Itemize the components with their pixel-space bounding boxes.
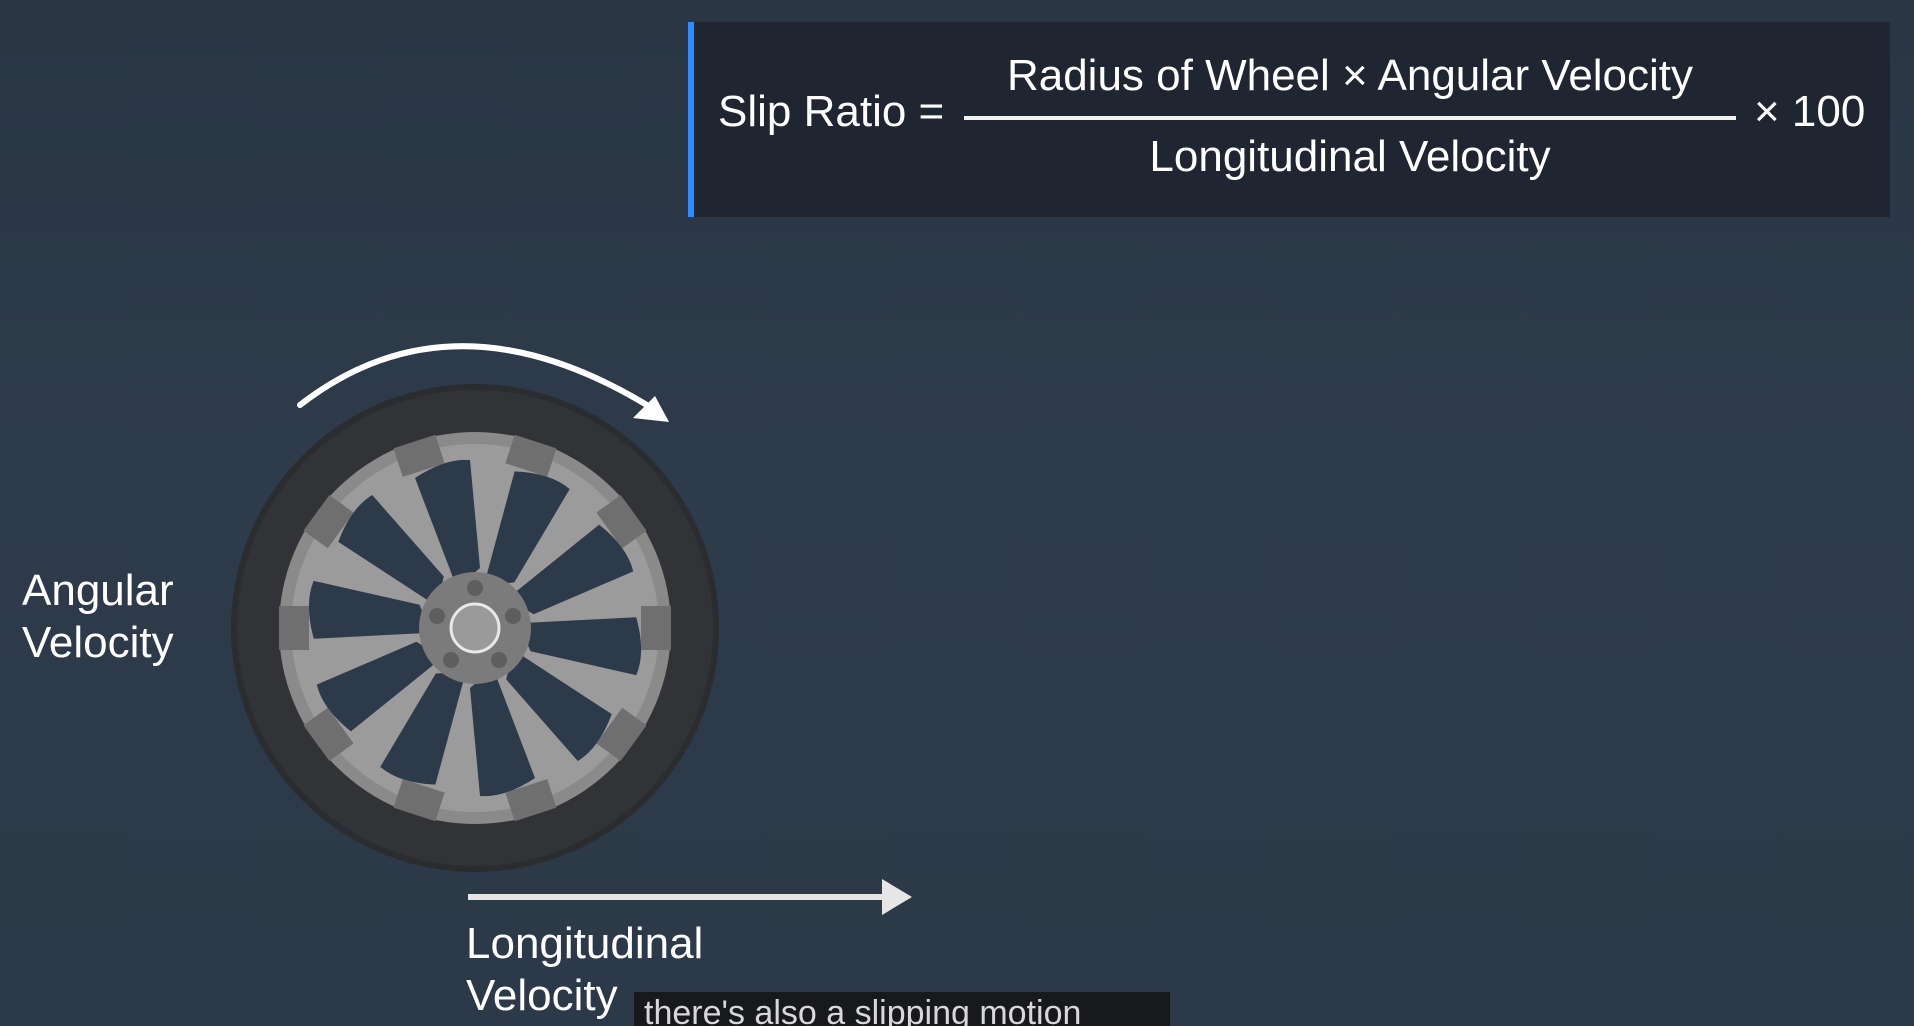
angular-label-line1: Angular [22,566,174,615]
angular-velocity-label: Angular Velocity [22,565,174,669]
formula-lhs: Slip Ratio = [718,87,945,136]
formula-multiplier: × 100 [1754,87,1866,136]
angular-label-line2: Velocity [22,618,174,667]
slip-ratio-formula: Slip Ratio = Radius of Wheel × Angular V… [688,22,1890,217]
formula-denominator: Longitudinal Velocity [1149,132,1551,181]
longitudinal-label-line1: Longitudinal [466,919,704,968]
right-arrow-icon [468,879,912,915]
subtitle-caption: there's also a slipping motion [634,992,1170,1026]
formula-numerator: Radius of Wheel × Angular Velocity [1006,51,1694,100]
caption-text: there's also a slipping motion [644,994,1082,1026]
wheel-icon [231,343,719,872]
fraction-bar [964,116,1736,120]
